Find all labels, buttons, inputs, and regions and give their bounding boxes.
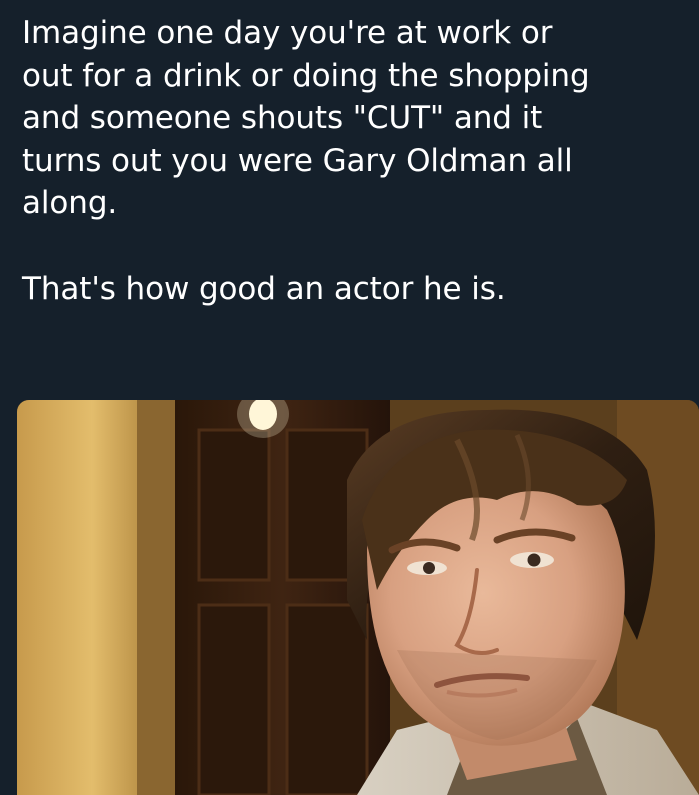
door-panel (285, 603, 369, 795)
tweet-text: Imagine one day you're at work or out fo… (22, 12, 694, 310)
tweet-paragraph-2: That's how good an actor he is. (22, 270, 506, 307)
left-pupil (423, 562, 435, 574)
door-panel (197, 603, 271, 795)
right-pupil (527, 553, 541, 567)
door-panel (197, 428, 271, 582)
tweet-paragraph-1: Imagine one day you're at work or out fo… (22, 15, 590, 221)
meme-post: Imagine one day you're at work or out fo… (0, 0, 699, 795)
wall-trim (137, 400, 175, 795)
movie-still-photo[interactable] (17, 400, 699, 795)
movie-still-illustration (17, 400, 699, 795)
